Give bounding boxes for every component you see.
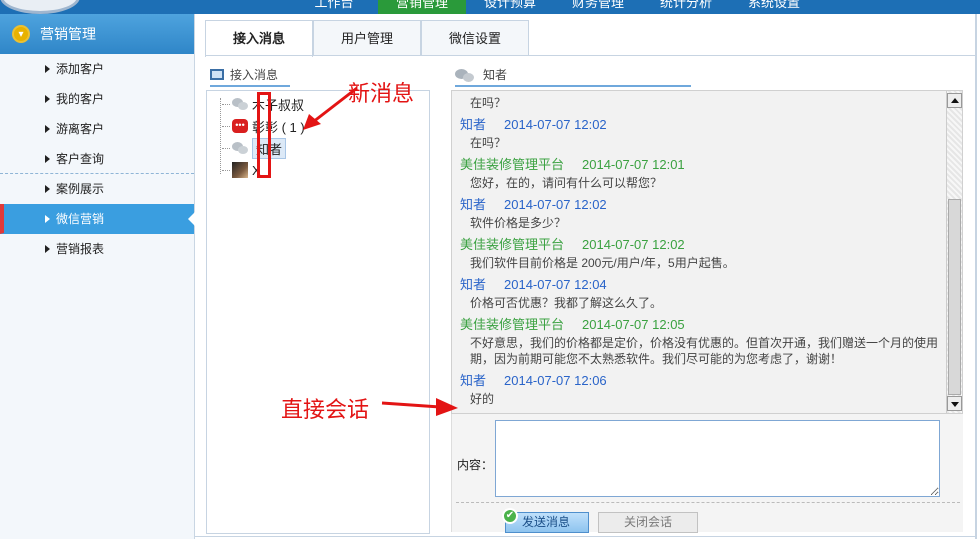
content-border — [195, 536, 977, 537]
sidebar-item-customer-query[interactable]: 客户查询 — [0, 144, 194, 174]
sidebar-item-label: 案例展示 — [56, 182, 105, 196]
sender-name: 美佳装修管理平台 — [460, 157, 565, 172]
message-time: 2014-07-07 12:04 — [504, 277, 607, 292]
tree-connector — [220, 98, 221, 174]
annotation-highlight-box — [257, 92, 271, 178]
tab-wechat-settings[interactable]: 微信设置 — [421, 20, 529, 56]
message-time: 2014-07-07 12:02 — [582, 237, 685, 252]
sender-name: 知者 — [460, 277, 487, 292]
wechat-icon — [455, 68, 475, 82]
app-logo — [0, 0, 80, 14]
sidebar-header[interactable]: ▾ 营销管理 — [0, 14, 194, 54]
message-time: 2014-07-07 12:02 — [504, 197, 607, 212]
send-message-button[interactable]: ✔ 发送消息 — [502, 508, 589, 533]
chevron-down-icon: ▾ — [12, 25, 30, 43]
monitor-icon — [210, 69, 224, 80]
tab-incoming-messages[interactable]: 接入消息 — [205, 20, 313, 57]
session-item[interactable]: X — [222, 159, 261, 181]
sender-name: 知者 — [460, 117, 487, 132]
message-time: 2014-07-07 12:05 — [582, 317, 685, 332]
sender-name: 知者 — [460, 197, 487, 212]
sidebar-item-free-customers[interactable]: 游离客户 — [0, 114, 194, 144]
message-text: 好的 — [470, 392, 495, 406]
message-time: 2014-07-07 12:02 — [504, 117, 607, 132]
top-nav-item-settings[interactable]: 系统设置 — [730, 0, 818, 14]
annotation-direct-session: 直接会话 — [281, 397, 370, 422]
sidebar-item-add-customer[interactable]: 添加客户 — [0, 54, 194, 84]
compose-area: 内容： ✔ 发送消息 关闭会话 — [451, 414, 963, 533]
message-text: 我们软件目前价格是 200元/用户/年，5用户起售。 — [470, 256, 735, 270]
send-message-label: 发送消息 — [522, 515, 571, 529]
message-header: 美佳装修管理平台 2014-07-07 12:05 — [452, 315, 962, 335]
check-icon: ✔ — [502, 508, 518, 524]
message-text: 在吗？ — [470, 136, 507, 150]
sidebar-item-label: 我的客户 — [56, 92, 105, 106]
sidebar-item-wechat-marketing[interactable]: 微信营销 — [0, 204, 195, 234]
message-text: 软件价格是多少？ — [470, 216, 567, 230]
title-underline — [455, 85, 691, 87]
sidebar-item-label: 客户查询 — [56, 152, 105, 166]
sidebar-menu: 添加客户 我的客户 游离客户 客户查询 案例展示 微信营销 营销报表 — [0, 54, 195, 264]
sidebar-item-my-customers[interactable]: 我的客户 — [0, 84, 194, 114]
scroll-thumb[interactable] — [948, 199, 961, 395]
sessions-panel-title: 接入消息 — [210, 66, 290, 87]
content-label: 内容： — [457, 458, 494, 472]
sidebar-item-marketing-report[interactable]: 营销报表 — [0, 234, 194, 264]
sidebar-title: 营销管理 — [40, 26, 96, 42]
tab-bar: 接入消息 用户管理 微信设置 — [205, 20, 529, 57]
message-text: 不好意思，我们的价格都是定价，价格没有优惠的。但首次开通，我们赠送一个月的使用期… — [470, 336, 939, 366]
wechat-icon — [232, 98, 248, 110]
top-nav-bar: 工作台 营销管理 设计预算 财务管理 统计分析 系统设置 — [0, 0, 980, 14]
tab-user-management[interactable]: 用户管理 — [313, 20, 421, 56]
close-session-button[interactable]: 关闭会话 — [598, 512, 698, 533]
message-header: 美佳装修管理平台 2014-07-07 12:02 — [452, 235, 962, 255]
compose-divider — [456, 502, 960, 503]
message-text: 您好，在的，请问有什么可以帮您？ — [470, 176, 663, 190]
sidebar: ▾ 营销管理 添加客户 我的客户 游离客户 客户查询 案例展示 微信营销 营销报… — [0, 14, 195, 539]
message-time: 2014-07-07 12:01 — [582, 157, 685, 172]
sidebar-item-label: 添加客户 — [56, 62, 105, 76]
annotation-arrow-icon — [381, 398, 458, 416]
top-nav: 工作台 营销管理 设计预算 财务管理 统计分析 系统设置 — [290, 0, 818, 14]
message-header: 美佳装修管理平台 2014-07-07 12:01 — [452, 155, 962, 175]
tab-divider — [205, 55, 975, 56]
scroll-down-button[interactable] — [947, 396, 962, 411]
sidebar-item-case-showcase[interactable]: 案例展示 — [0, 174, 194, 204]
top-nav-item-marketing[interactable]: 营销管理 — [378, 0, 466, 14]
sidebar-item-label: 游离客户 — [56, 122, 105, 136]
annotation-arrow-icon — [303, 86, 358, 130]
sidebar-item-label: 微信营销 — [56, 212, 105, 226]
session-item-selected[interactable]: 知者 — [222, 137, 287, 159]
scroll-up-button[interactable] — [947, 93, 962, 108]
message-text: 在吗？ — [470, 96, 507, 110]
message-header: 知者 2014-07-07 12:04 — [452, 275, 962, 295]
new-message-icon: ••• — [232, 119, 248, 133]
top-nav-item-finance[interactable]: 财务管理 — [554, 0, 642, 14]
message-input[interactable] — [495, 420, 940, 497]
chat-history[interactable]: 在吗？ 知者 2014-07-07 12:02 在吗？ 美佳装修管理平台 2014-… — [451, 90, 963, 414]
wechat-icon — [232, 142, 248, 154]
message-header: 知者 2014-07-07 12:02 — [452, 115, 962, 135]
message-time: 2014-07-07 12:06 — [504, 373, 607, 388]
message-header: 知者 2014-07-07 12:02 — [452, 195, 962, 215]
top-nav-item-stats[interactable]: 统计分析 — [642, 0, 730, 14]
sender-name: 知者 — [460, 373, 487, 388]
avatar — [232, 162, 248, 178]
top-nav-item-design[interactable]: 设计预算 — [466, 0, 554, 14]
sessions-panel-title-text: 接入消息 — [230, 68, 279, 82]
content-border — [975, 14, 977, 539]
title-underline — [210, 85, 290, 87]
message-text: 价格可否优惠？我都了解这么久了。 — [470, 296, 663, 310]
message-header: 知者 2014-07-07 12:06 — [452, 371, 962, 391]
top-nav-item-workbench[interactable]: 工作台 — [290, 0, 378, 14]
chat-scrollbar[interactable] — [946, 91, 962, 413]
sender-name: 美佳装修管理平台 — [460, 237, 565, 252]
sidebar-item-label: 营销报表 — [56, 242, 105, 256]
chat-title-text: 知者 — [483, 68, 508, 82]
chat-panel-title: 知者 — [455, 66, 691, 87]
sender-name: 美佳装修管理平台 — [460, 317, 565, 332]
message-list: 在吗？ 知者 2014-07-07 12:02 在吗？ 美佳装修管理平台 2014-… — [452, 91, 962, 407]
